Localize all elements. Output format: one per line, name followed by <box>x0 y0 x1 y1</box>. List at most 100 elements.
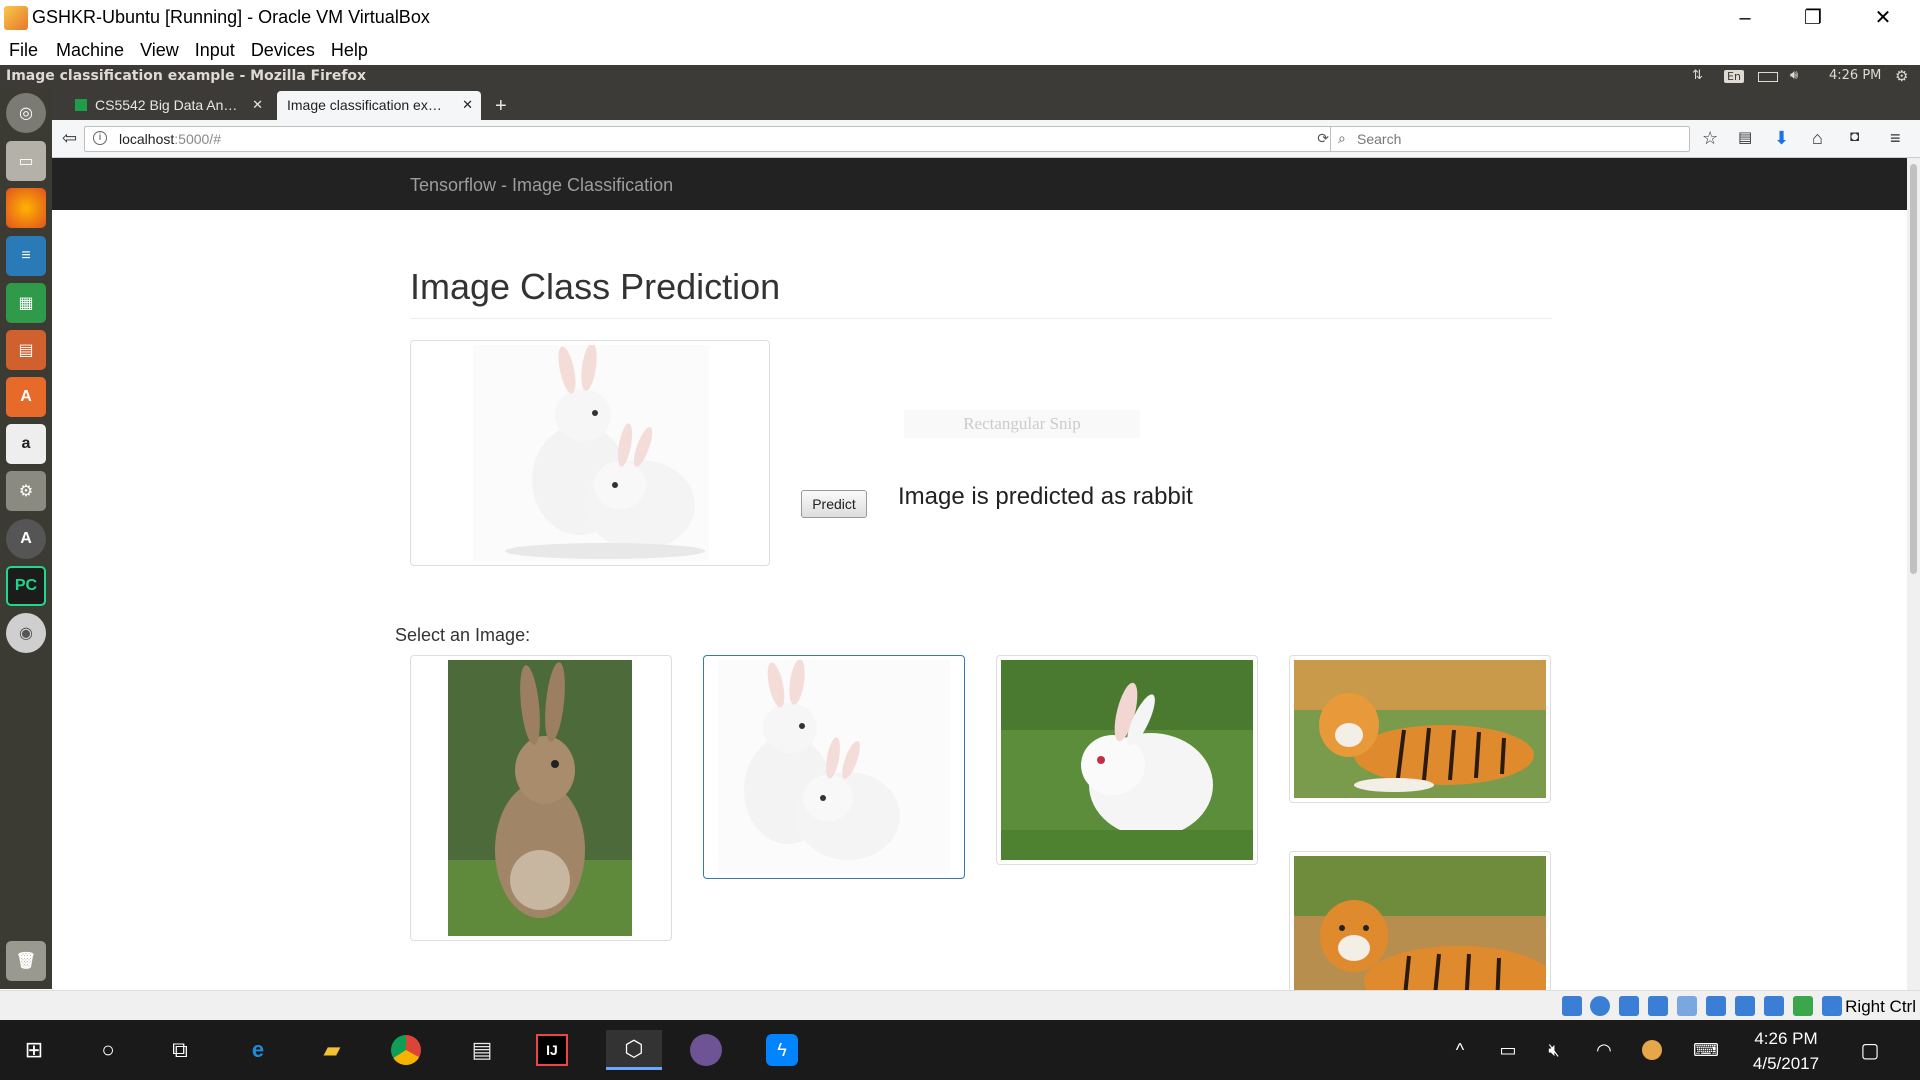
tray-app-icon[interactable] <box>1632 1030 1672 1070</box>
audio-icon[interactable] <box>1619 996 1639 1016</box>
display-icon[interactable] <box>1706 996 1726 1016</box>
url-bar[interactable]: i localhost:5000/# ⟳ <box>84 126 1340 152</box>
shared-folders-icon[interactable] <box>1677 996 1697 1016</box>
tab-label: CS5542 Big Data An… <box>95 97 238 113</box>
gallery-image-white-rabbits[interactable] <box>703 655 965 879</box>
task-view-icon[interactable]: ⧉ <box>160 1030 200 1070</box>
restore-button[interactable]: ❐ <box>1788 2 1838 34</box>
minimize-button[interactable]: – <box>1720 2 1770 34</box>
taskbar-clock[interactable]: 4:26 PM 4/5/2017 <box>1746 1024 1826 1074</box>
python-file-icon[interactable]: ▤ <box>462 1030 502 1070</box>
active-window-title: Image classification example - Mozilla F… <box>6 68 367 84</box>
reload-icon[interactable]: ⟳ <box>1317 130 1329 147</box>
clock-time: 4:26 PM <box>1754 1029 1818 1048</box>
touch-keyboard-icon[interactable]: ⌨ <box>1686 1030 1726 1070</box>
tab-close-icon[interactable]: ✕ <box>462 97 473 113</box>
host-key-label: Right Ctrl <box>1845 997 1916 1016</box>
tab-close-icon[interactable]: ✕ <box>252 97 263 113</box>
libreoffice-writer-icon[interactable]: ≡ <box>6 236 46 276</box>
mouse-integration-icon[interactable] <box>1822 996 1842 1016</box>
battery-icon[interactable] <box>1758 72 1778 82</box>
ubuntu-top-panel: Image classification example - Mozilla F… <box>0 65 1920 89</box>
virtualbox-title-bar: GSHKR-Ubuntu [Running] - Oracle VM Virtu… <box>0 0 1920 36</box>
files-icon[interactable]: ▭ <box>6 141 46 181</box>
edge-icon[interactable]: e <box>238 1030 278 1070</box>
select-image-label: Select an Image: <box>395 625 531 645</box>
menu-devices[interactable]: Devices <box>235 36 315 61</box>
system-settings-icon[interactable]: ⚙ <box>6 471 46 511</box>
site-info-icon[interactable]: i <box>93 131 107 145</box>
github-icon[interactable] <box>686 1030 726 1070</box>
scrollbar-thumb[interactable] <box>1910 164 1917 574</box>
reading-list-icon[interactable]: ▤ <box>1738 128 1752 146</box>
software-updater-icon[interactable]: A <box>6 519 46 559</box>
messenger-icon[interactable]: ϟ <box>762 1030 802 1070</box>
top-navbar: Tensorflow - Image Classification <box>52 158 1907 210</box>
windows-start-icon[interactable]: ⊞ <box>14 1030 54 1070</box>
pycharm-icon[interactable]: PC <box>6 566 46 606</box>
keyboard-layout-indicator[interactable]: En <box>1724 70 1744 83</box>
file-explorer-icon[interactable]: ▰ <box>312 1030 352 1070</box>
home-icon[interactable]: ⌂ <box>1812 128 1823 149</box>
menu-input[interactable]: Input <box>179 36 235 61</box>
network-adapter-icon[interactable] <box>1648 996 1668 1016</box>
virtualbox-menu-bar: File Machine View Input Devices Help <box>0 36 1920 65</box>
ubuntu-dash-icon[interactable]: ◎ <box>6 93 46 133</box>
search-placeholder: Search <box>1357 131 1402 147</box>
prediction-result: Image is predicted as rabbit <box>898 483 1193 510</box>
wifi-icon[interactable]: ◠ <box>1584 1030 1624 1070</box>
software-center-icon[interactable]: A <box>6 377 46 417</box>
show-hidden-icons-icon[interactable]: ^ <box>1440 1030 1480 1070</box>
gallery-image-white-rabbit-grass[interactable] <box>996 655 1258 865</box>
menu-help[interactable]: Help <box>315 36 368 61</box>
virtualbox-logo-icon <box>4 6 28 30</box>
search-bar[interactable]: ⌕ Search <box>1330 126 1690 152</box>
pocket-icon[interactable]: ◘ <box>1850 128 1859 145</box>
tab-image-classification[interactable]: Image classification ex… ✕ <box>277 91 481 120</box>
menu-machine[interactable]: Machine <box>38 36 124 61</box>
page-title: Image Class Prediction <box>410 266 781 307</box>
menu-file[interactable]: File <box>0 36 38 61</box>
hard-disk-icon[interactable] <box>1562 996 1582 1016</box>
virtualbox-taskbar-icon[interactable]: ⬡ <box>606 1030 662 1070</box>
bookmark-star-icon[interactable]: ☆ <box>1702 128 1718 149</box>
panel-clock[interactable]: 4:26 PM <box>1829 68 1881 83</box>
heading-divider <box>410 318 1552 319</box>
windows-taskbar: ⊞ ○ ⧉ e ▰ ▤ IJ ⬡ ϟ ^ ▭ 🔇︎ ◠ ⌨ 4:26 PM 4/… <box>0 1020 1920 1080</box>
url-path: :5000/# <box>174 131 221 147</box>
volume-icon[interactable]: 🔊︎ <box>1790 68 1798 83</box>
hamburger-menu-icon[interactable]: ≡ <box>1890 128 1901 149</box>
optical-drive-icon[interactable] <box>1590 996 1610 1016</box>
navbar-brand[interactable]: Tensorflow - Image Classification <box>410 175 673 196</box>
intellij-icon[interactable]: IJ <box>536 1034 568 1066</box>
usb-icon[interactable] <box>1764 996 1784 1016</box>
predict-button[interactable]: Predict <box>801 490 867 518</box>
back-arrow-icon[interactable]: ⇦ <box>62 128 77 149</box>
preview-image <box>410 340 770 566</box>
video-capture-icon[interactable] <box>1735 996 1755 1016</box>
close-button[interactable]: ✕ <box>1858 2 1908 34</box>
tab-cs5542[interactable]: CS5542 Big Data An… ✕ <box>65 91 271 120</box>
notification-center-icon[interactable]: ▢ <box>1850 1030 1890 1070</box>
battery-icon[interactable]: ▭ <box>1488 1030 1528 1070</box>
page-content: Tensorflow - Image Classification Image … <box>52 158 1907 990</box>
session-gear-icon[interactable]: ⚙ <box>1895 67 1908 85</box>
page-scrollbar[interactable] <box>1907 158 1920 990</box>
amazon-icon[interactable]: a <box>6 424 46 464</box>
menu-view[interactable]: View <box>124 36 179 61</box>
chrome-icon[interactable] <box>386 1030 426 1070</box>
downloads-icon[interactable]: ⬇ <box>1774 128 1789 149</box>
gallery-image-tiger[interactable] <box>1289 655 1551 803</box>
libreoffice-impress-icon[interactable]: ▤ <box>6 330 46 370</box>
network-icon[interactable]: ⇅ <box>1692 68 1703 83</box>
cortana-icon[interactable]: ○ <box>88 1030 128 1070</box>
guest-additions-icon[interactable] <box>1793 996 1813 1016</box>
firefox-icon[interactable] <box>6 188 46 228</box>
gallery-image-brown-rabbit[interactable] <box>410 655 672 941</box>
volume-muted-icon[interactable]: 🔇︎ <box>1534 1030 1574 1070</box>
new-tab-button[interactable]: + <box>487 89 517 118</box>
dvd-icon[interactable]: ◉ <box>6 613 46 653</box>
gallery-image-tiger-grass[interactable] <box>1289 851 1551 990</box>
libreoffice-calc-icon[interactable]: ▦ <box>6 283 46 323</box>
trash-icon[interactable]: 🗑︎ <box>6 941 46 981</box>
